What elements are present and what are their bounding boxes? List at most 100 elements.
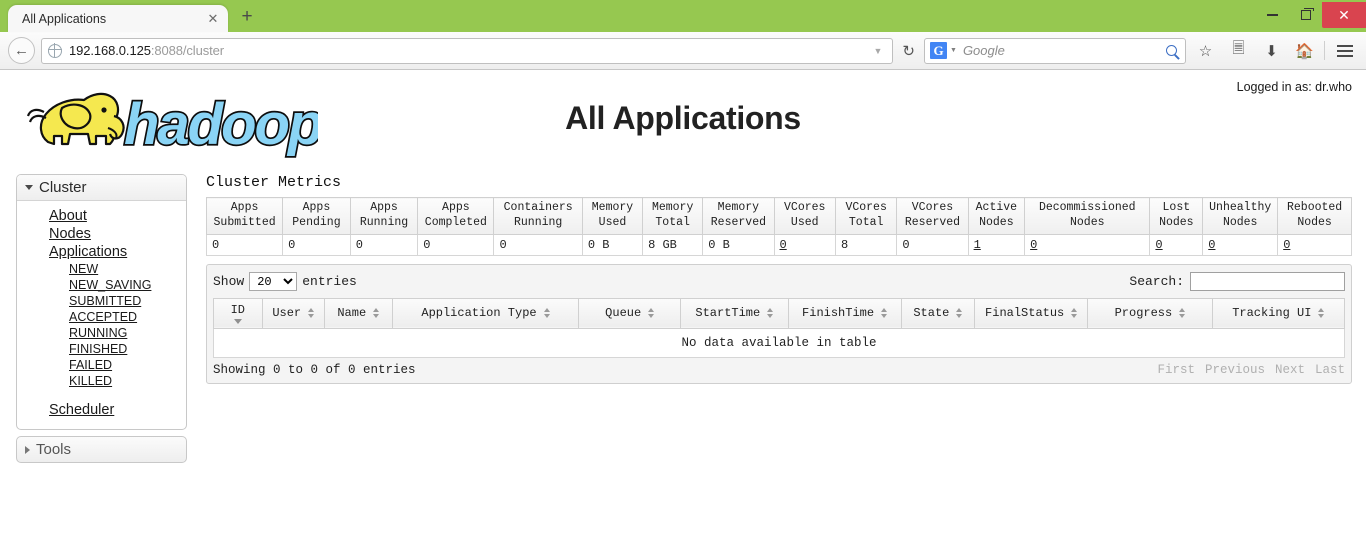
sidebar-item-failed[interactable]: FAILED bbox=[17, 357, 186, 373]
column-header-queue[interactable]: Queue bbox=[578, 297, 682, 329]
page-content: Logged in as: dr.who hadoop All Applicat… bbox=[0, 70, 1366, 544]
column-header-starttime[interactable]: StartTime bbox=[680, 297, 789, 329]
tools-panel-header[interactable]: Tools bbox=[16, 436, 187, 463]
metrics-col-memory-total: Memory Total bbox=[642, 197, 704, 235]
empty-table-message: No data available in table bbox=[213, 328, 1345, 358]
page-title: All Applications bbox=[565, 100, 801, 136]
sort-both-icon bbox=[308, 308, 315, 319]
column-header-progress[interactable]: Progress bbox=[1087, 297, 1213, 329]
new-tab-button[interactable]: + bbox=[234, 5, 260, 31]
home-icon[interactable]: 🏠 bbox=[1291, 37, 1318, 64]
minimize-button[interactable] bbox=[1256, 1, 1289, 29]
url-host: 192.168.0.125 bbox=[69, 43, 151, 58]
pagination-previous[interactable]: Previous bbox=[1205, 363, 1265, 377]
metrics-col-vcores-used: VCores Used bbox=[773, 197, 836, 235]
column-header-finishtime[interactable]: FinishTime bbox=[787, 297, 902, 329]
sidebar-item-accepted[interactable]: ACCEPTED bbox=[17, 309, 186, 325]
decommissioned-nodes-link[interactable]: 0 bbox=[1030, 238, 1037, 252]
sort-both-icon bbox=[373, 308, 380, 319]
vcores-used-link[interactable]: 0 bbox=[780, 238, 787, 252]
pagination-last[interactable]: Last bbox=[1315, 363, 1345, 377]
metrics-col-apps-submitted: Apps Submitted bbox=[205, 197, 284, 235]
metrics-value-apps-running: 0 bbox=[349, 234, 419, 256]
url-path: :8088/cluster bbox=[150, 43, 224, 58]
page-length-select[interactable]: 20 40 60 80 100 bbox=[249, 272, 298, 292]
metrics-value-vcores-used: 0 bbox=[773, 234, 836, 256]
column-header-name[interactable]: Name bbox=[323, 297, 393, 329]
cluster-panel-title: Cluster bbox=[39, 179, 87, 196]
sidebar: Cluster About Nodes Applications NEW NEW… bbox=[16, 174, 187, 463]
sidebar-item-scheduler[interactable]: Scheduler bbox=[17, 401, 186, 419]
sort-both-icon bbox=[1179, 308, 1186, 319]
active-nodes-link[interactable]: 1 bbox=[974, 238, 981, 252]
metrics-col-lost-nodes: Lost Nodes bbox=[1149, 197, 1204, 235]
column-header-state[interactable]: State bbox=[900, 297, 976, 329]
window-controls: ✕ bbox=[1256, 0, 1366, 30]
metrics-col-unhealthy-nodes: Unhealthy Nodes bbox=[1202, 197, 1279, 235]
reload-icon[interactable]: ↻ bbox=[899, 42, 918, 60]
search-label: Search: bbox=[1129, 274, 1184, 290]
search-placeholder: Google bbox=[962, 43, 1005, 58]
sidebar-item-finished[interactable]: FINISHED bbox=[17, 341, 186, 357]
metrics-value-apps-pending: 0 bbox=[282, 234, 351, 256]
rebooted-nodes-link[interactable]: 0 bbox=[1283, 238, 1290, 252]
triangle-down-icon bbox=[25, 185, 33, 190]
hamburger-menu-icon[interactable] bbox=[1331, 37, 1358, 64]
metrics-col-active-nodes: Active Nodes bbox=[967, 197, 1026, 235]
pagination-first[interactable]: First bbox=[1157, 363, 1195, 377]
table-row-empty: No data available in table bbox=[213, 328, 1345, 358]
globe-icon bbox=[47, 43, 62, 58]
table-search-input[interactable] bbox=[1190, 272, 1345, 292]
column-header-application-type[interactable]: Application Type bbox=[391, 297, 580, 329]
show-label: Show bbox=[213, 274, 245, 290]
magnifier-icon[interactable] bbox=[1166, 45, 1177, 56]
sidebar-item-killed[interactable]: KILLED bbox=[17, 373, 186, 389]
sidebar-item-new-saving[interactable]: NEW_SAVING bbox=[17, 277, 186, 293]
close-window-button[interactable]: ✕ bbox=[1322, 2, 1366, 28]
metrics-header-row: Apps Submitted Apps Pending Apps Running Ap… bbox=[205, 197, 1352, 235]
sort-both-icon bbox=[1071, 308, 1078, 319]
unhealthy-nodes-link[interactable]: 0 bbox=[1208, 238, 1215, 252]
cluster-metrics-table: Apps Submitted Apps Pending Apps Running Ap… bbox=[205, 197, 1352, 256]
download-arrow-icon[interactable]: ⬇ bbox=[1258, 37, 1285, 64]
metrics-value-apps-completed: 0 bbox=[417, 234, 495, 256]
sidebar-item-about[interactable]: About bbox=[17, 207, 186, 225]
metrics-col-vcores-reserved: VCores Reserved bbox=[896, 197, 969, 235]
datatable-toolbar: Show 20 40 60 80 100 entries Search: bbox=[213, 270, 1345, 294]
tab-strip: All Applications ✕ + ✕ bbox=[0, 0, 1366, 32]
lost-nodes-link[interactable]: 0 bbox=[1155, 238, 1162, 252]
search-bar[interactable]: G ▼ Google bbox=[924, 37, 1186, 64]
cluster-panel-header[interactable]: Cluster bbox=[17, 175, 186, 201]
sidebar-item-new[interactable]: NEW bbox=[17, 261, 186, 277]
sort-both-icon bbox=[767, 308, 774, 319]
chevron-down-icon[interactable]: ▼ bbox=[874, 46, 887, 56]
back-button[interactable]: ← bbox=[8, 37, 35, 64]
sidebar-item-applications[interactable]: Applications bbox=[17, 243, 186, 261]
address-bar[interactable]: 192.168.0.125 :8088/cluster ▼ bbox=[41, 37, 894, 64]
library-icon[interactable]: 🗏 bbox=[1225, 37, 1252, 64]
datatable-filter: Search: bbox=[1129, 272, 1345, 292]
star-icon[interactable]: ☆ bbox=[1192, 37, 1219, 64]
sidebar-item-nodes[interactable]: Nodes bbox=[17, 225, 186, 243]
sort-both-icon bbox=[543, 308, 550, 319]
triangle-right-icon bbox=[25, 445, 30, 454]
sort-desc-icon bbox=[233, 318, 242, 324]
metrics-value-vcores-total: 8 bbox=[834, 234, 898, 256]
column-header-user[interactable]: User bbox=[261, 297, 325, 329]
tab-all-applications[interactable]: All Applications ✕ bbox=[8, 5, 228, 32]
pagination-next[interactable]: Next bbox=[1275, 363, 1305, 377]
metrics-value-memory-reserved: 0 B bbox=[702, 234, 775, 256]
logged-in-label: Logged in as: dr.who bbox=[1236, 80, 1352, 94]
page-length-control: Show 20 40 60 80 100 entries bbox=[213, 272, 357, 292]
sidebar-item-submitted[interactable]: SUBMITTED bbox=[17, 293, 186, 309]
datatable-footer: Showing 0 to 0 of 0 entries First Previo… bbox=[213, 363, 1345, 377]
chevron-down-icon[interactable]: ▼ bbox=[950, 47, 957, 54]
metrics-value-decommissioned-nodes: 0 bbox=[1024, 234, 1151, 256]
sort-both-icon bbox=[1318, 308, 1325, 319]
column-header-finalstatus[interactable]: FinalStatus bbox=[974, 297, 1089, 329]
sidebar-item-running[interactable]: RUNNING bbox=[17, 325, 186, 341]
tab-close-icon[interactable]: ✕ bbox=[206, 12, 220, 26]
column-header-id[interactable]: ID bbox=[213, 297, 263, 329]
maximize-button[interactable] bbox=[1289, 1, 1322, 29]
column-header-tracking-ui[interactable]: Tracking UI bbox=[1211, 297, 1346, 329]
